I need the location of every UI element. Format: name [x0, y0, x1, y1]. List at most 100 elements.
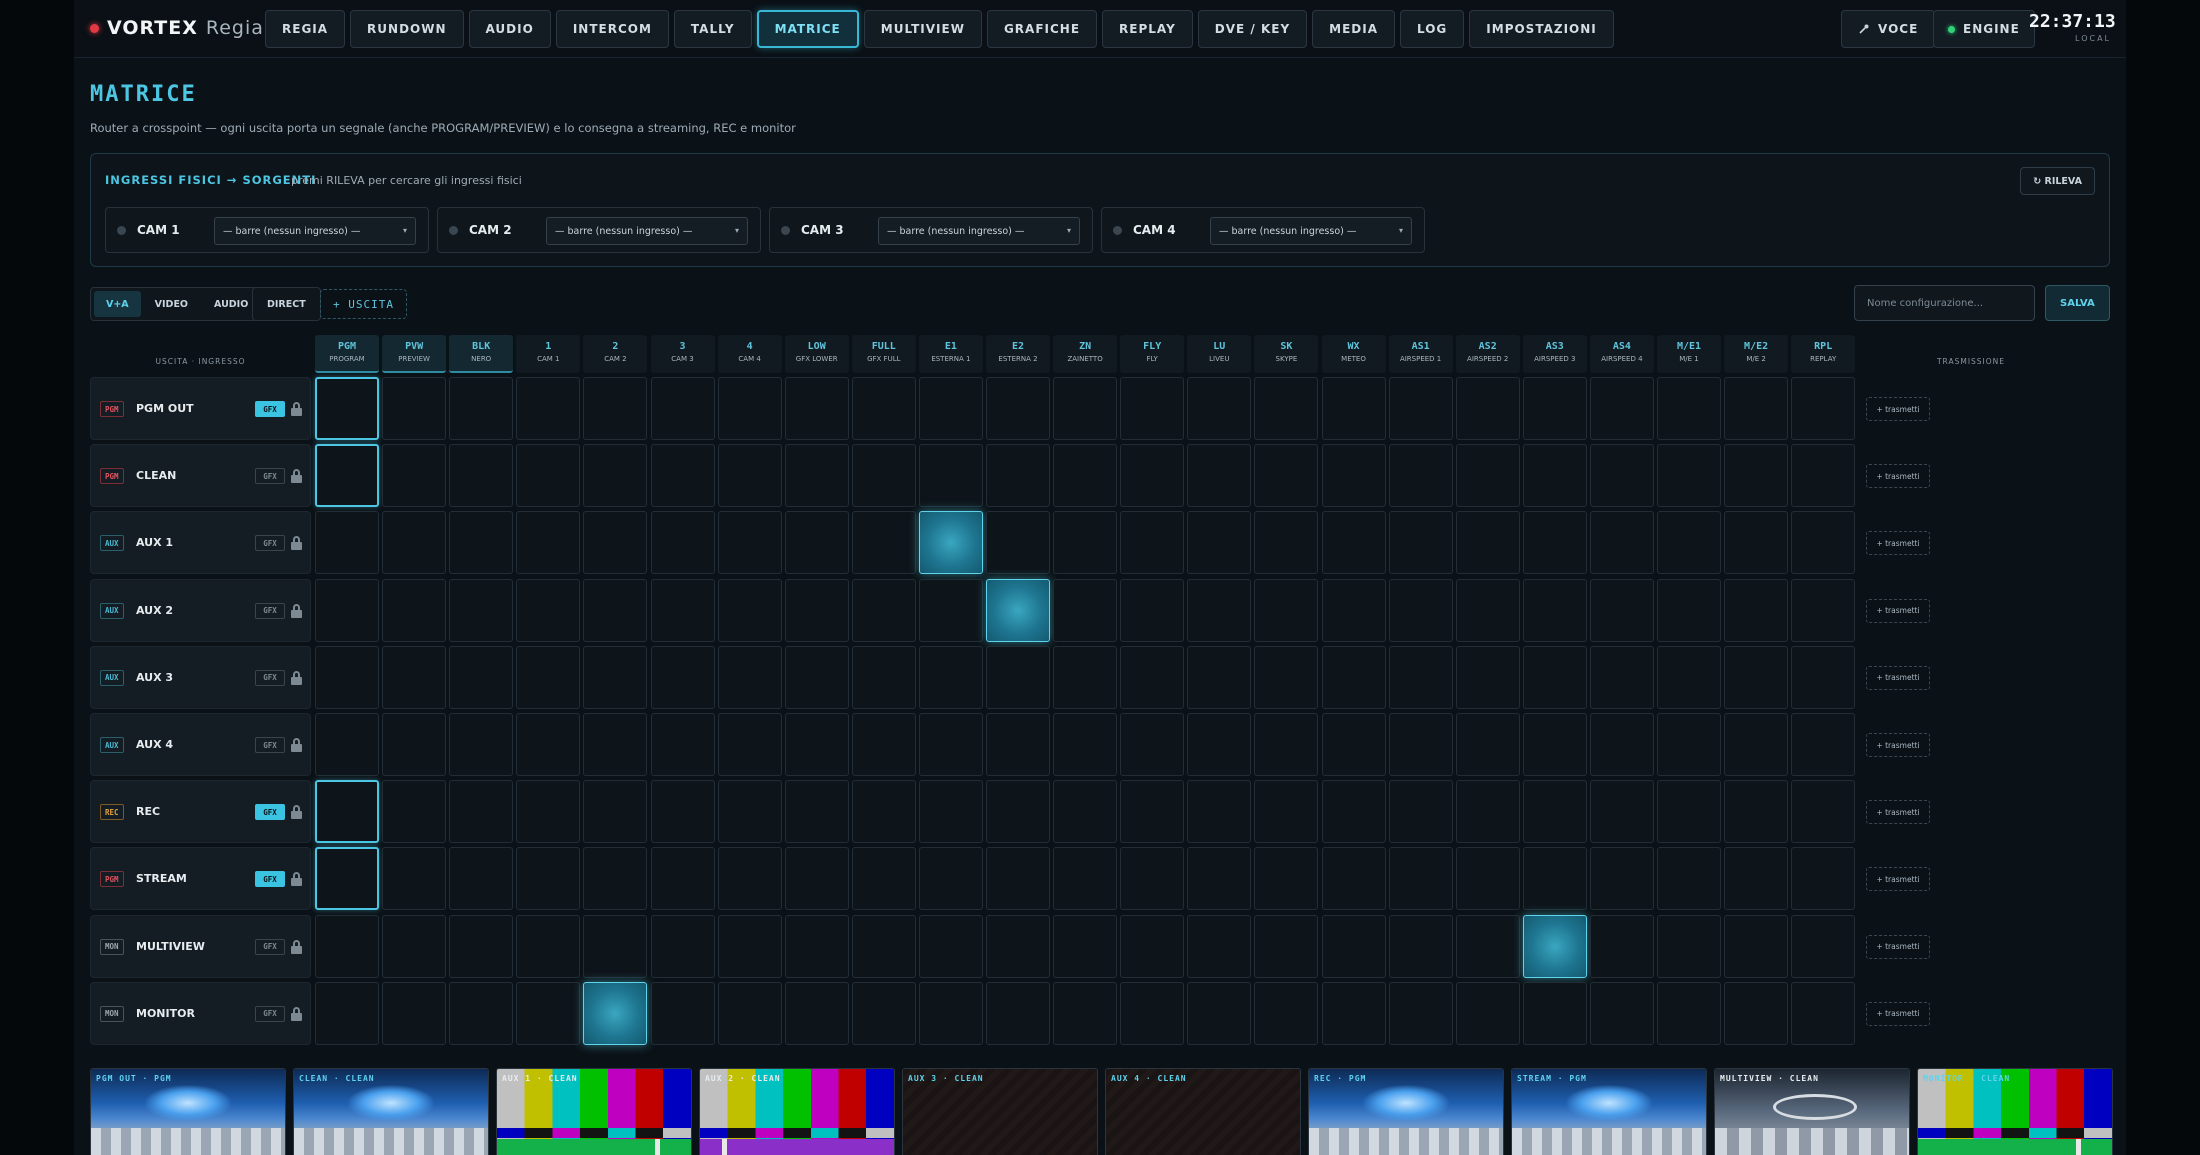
crosspoint-cell[interactable]: [449, 780, 514, 844]
column-header-3[interactable]: 3 CAM 3: [650, 335, 715, 373]
crosspoint-cell[interactable]: [1455, 780, 1520, 844]
crosspoint-cell[interactable]: [1791, 780, 1856, 844]
gfx-toggle[interactable]: GFX: [255, 535, 285, 552]
crosspoint-cell[interactable]: [1254, 847, 1319, 911]
crosspoint-cell[interactable]: [1455, 511, 1520, 575]
crosspoint-cell[interactable]: [1724, 847, 1789, 911]
transmit-button[interactable]: + trasmetti: [1866, 934, 1930, 959]
engine-status-button[interactable]: ENGINE: [1933, 10, 2035, 48]
crosspoint-cell[interactable]: [1187, 444, 1252, 508]
column-header-zn[interactable]: ZN ZAINETTO: [1053, 335, 1118, 373]
column-header-low[interactable]: LOW GFX LOWER: [784, 335, 849, 373]
camera-source-select[interactable]: — barre (nessun ingresso) — ▾: [546, 217, 748, 245]
crosspoint-cell[interactable]: [1254, 914, 1319, 978]
crosspoint-cell[interactable]: [315, 645, 379, 709]
crosspoint-cell[interactable]: [1657, 444, 1721, 508]
crosspoint-cell[interactable]: [1522, 645, 1587, 709]
crosspoint-cell[interactable]: [1388, 444, 1453, 508]
crosspoint-cell[interactable]: [516, 713, 581, 776]
crosspoint-cell[interactable]: [1657, 847, 1721, 911]
crosspoint-cell[interactable]: [1589, 914, 1654, 978]
crosspoint-cell[interactable]: [1724, 377, 1789, 440]
crosspoint-cell[interactable]: [315, 444, 379, 508]
crosspoint-cell[interactable]: [449, 377, 514, 440]
crosspoint-cell[interactable]: [1657, 511, 1721, 575]
crosspoint-cell[interactable]: [1589, 645, 1654, 709]
crosspoint-cell[interactable]: [583, 444, 648, 508]
crosspoint-cell[interactable]: [1589, 713, 1654, 776]
preview-thumbnail[interactable]: AUX 1 · CLEAN: [496, 1068, 692, 1155]
crosspoint-cell[interactable]: [1522, 511, 1587, 575]
crosspoint-cell[interactable]: [986, 780, 1050, 844]
crosspoint-cell[interactable]: [315, 377, 379, 440]
lock-icon[interactable]: [291, 805, 302, 820]
crosspoint-cell[interactable]: [1053, 713, 1118, 776]
crosspoint-cell[interactable]: [382, 444, 447, 508]
add-output-button[interactable]: + USCITA: [320, 289, 407, 319]
preview-thumbnail[interactable]: CLEAN · CLEAN: [293, 1068, 489, 1155]
crosspoint-cell[interactable]: [986, 578, 1050, 642]
output-row-pgm-out[interactable]: PGM PGM OUT GFX: [90, 377, 311, 440]
crosspoint-cell[interactable]: [1187, 511, 1252, 575]
crosspoint-cell[interactable]: [1120, 511, 1185, 575]
crosspoint-cell[interactable]: [583, 914, 648, 978]
crosspoint-cell[interactable]: [1321, 645, 1386, 709]
crosspoint-cell[interactable]: [516, 578, 581, 642]
crosspoint-cell[interactable]: [1053, 780, 1118, 844]
camera-source-select[interactable]: — barre (nessun ingresso) — ▾: [878, 217, 1080, 245]
tab-multiview[interactable]: MULTIVIEW: [863, 10, 982, 48]
crosspoint-cell[interactable]: [784, 780, 849, 844]
crosspoint-cell[interactable]: [382, 780, 447, 844]
crosspoint-cell[interactable]: [1589, 780, 1654, 844]
crosspoint-cell[interactable]: [851, 713, 916, 776]
preview-thumbnail[interactable]: PGM OUT · PGM: [90, 1068, 286, 1155]
crosspoint-cell[interactable]: [1254, 444, 1319, 508]
crosspoint-cell[interactable]: [516, 847, 581, 911]
crosspoint-cell[interactable]: [1321, 444, 1386, 508]
column-header-pgm[interactable]: PGM PROGRAM: [315, 335, 379, 373]
crosspoint-cell[interactable]: [1254, 377, 1319, 440]
transmit-button[interactable]: + trasmetti: [1866, 867, 1930, 892]
gfx-toggle[interactable]: GFX: [255, 938, 285, 955]
crosspoint-cell[interactable]: [1791, 444, 1856, 508]
crosspoint-cell[interactable]: [1724, 511, 1789, 575]
crosspoint-cell[interactable]: [1522, 780, 1587, 844]
column-header-m-e2[interactable]: M/E2 M/E 2: [1724, 335, 1789, 373]
crosspoint-cell[interactable]: [1522, 914, 1587, 978]
crosspoint-cell[interactable]: [650, 780, 715, 844]
column-header-fly[interactable]: FLY FLY: [1120, 335, 1185, 373]
crosspoint-cell[interactable]: [1388, 578, 1453, 642]
crosspoint-cell[interactable]: [583, 377, 648, 440]
crosspoint-cell[interactable]: [1522, 578, 1587, 642]
crosspoint-cell[interactable]: [516, 377, 581, 440]
lock-icon[interactable]: [291, 603, 302, 618]
crosspoint-cell[interactable]: [1053, 914, 1118, 978]
crosspoint-cell[interactable]: [1657, 578, 1721, 642]
crosspoint-cell[interactable]: [583, 578, 648, 642]
output-row-clean[interactable]: PGM CLEAN GFX: [90, 444, 311, 508]
crosspoint-cell[interactable]: [784, 377, 849, 440]
crosspoint-cell[interactable]: [583, 780, 648, 844]
crosspoint-cell[interactable]: [851, 981, 916, 1045]
output-row-monitor[interactable]: MON MONITOR GFX: [90, 981, 311, 1045]
output-row-aux-3[interactable]: AUX AUX 3 GFX: [90, 645, 311, 709]
column-header-sk[interactable]: SK SKYPE: [1254, 335, 1319, 373]
crosspoint-cell[interactable]: [784, 981, 849, 1045]
crosspoint-cell[interactable]: [1724, 713, 1789, 776]
transmit-button[interactable]: + trasmetti: [1866, 397, 1930, 421]
crosspoint-cell[interactable]: [1455, 444, 1520, 508]
crosspoint-cell[interactable]: [784, 914, 849, 978]
crosspoint-cell[interactable]: [382, 914, 447, 978]
crosspoint-cell[interactable]: [1053, 578, 1118, 642]
crosspoint-cell[interactable]: [717, 578, 782, 642]
mode-video[interactable]: VIDEO: [143, 291, 200, 317]
preview-thumbnail[interactable]: STREAM · PGM: [1511, 1068, 1707, 1155]
crosspoint-cell[interactable]: [918, 847, 983, 911]
crosspoint-cell[interactable]: [1187, 377, 1252, 440]
output-row-aux-2[interactable]: AUX AUX 2 GFX: [90, 578, 311, 642]
crosspoint-cell[interactable]: [1187, 847, 1252, 911]
tab-audio[interactable]: AUDIO: [468, 10, 551, 48]
crosspoint-cell[interactable]: [583, 981, 648, 1045]
crosspoint-cell[interactable]: [516, 780, 581, 844]
crosspoint-cell[interactable]: [1589, 377, 1654, 440]
